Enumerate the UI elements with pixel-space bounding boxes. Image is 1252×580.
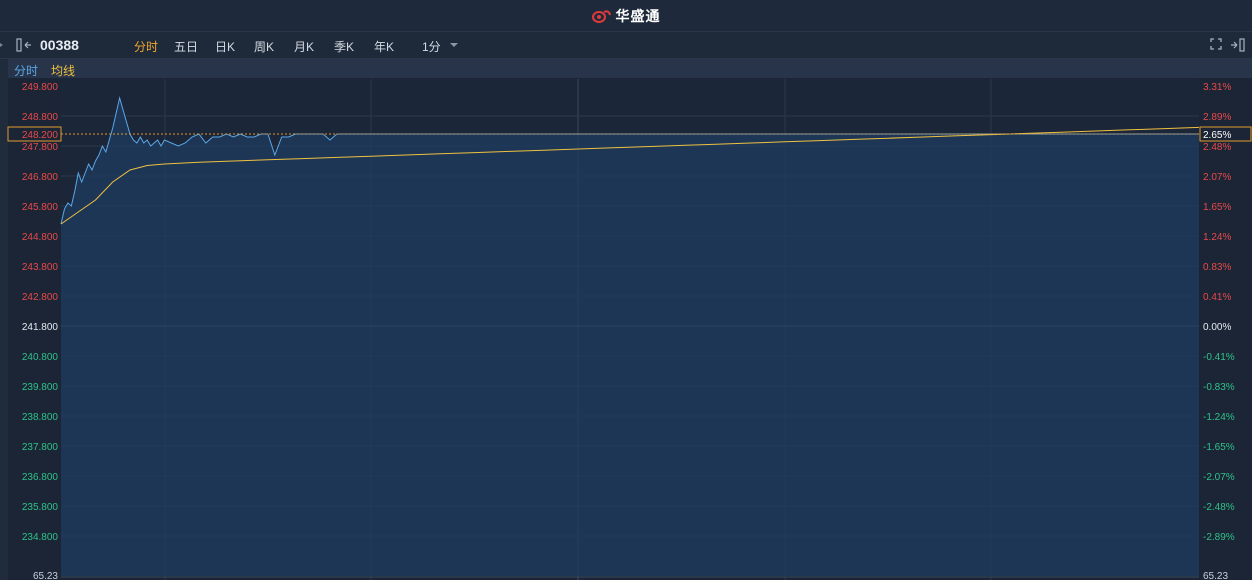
y-tick-label-right: -0.83%	[1203, 382, 1235, 393]
volume-max-label-left: 65.23	[33, 571, 58, 580]
y-tick-label-left: 238.800	[22, 412, 59, 423]
y-tick-label-left: 246.800	[22, 172, 59, 183]
current-price-label: 248.200	[22, 130, 59, 141]
y-tick-label-right: -0.41%	[1203, 352, 1235, 363]
y-tick-label-left: 243.800	[22, 262, 59, 273]
y-tick-label-right: -1.24%	[1203, 412, 1235, 423]
y-tick-label-right: 3.31%	[1203, 82, 1231, 93]
y-tick-label-right: -1.65%	[1203, 442, 1235, 453]
y-tick-label-left: 248.800	[22, 112, 59, 123]
y-tick-label-right: 2.89%	[1203, 112, 1231, 123]
y-tick-label-right: 2.48%	[1203, 142, 1231, 153]
price-area-fill	[61, 98, 1199, 576]
y-tick-label-left: 237.800	[22, 442, 59, 453]
y-tick-label-right: -2.89%	[1203, 532, 1235, 543]
current-pct-label: 2.65%	[1203, 130, 1231, 141]
intraday-chart: 249.800 3.31% 248.800 2.89% 247.800 2.48% 246.…	[7, 79, 1252, 580]
y-tick-label-left: 234.800	[22, 532, 59, 543]
y-tick-label-left: 236.800	[22, 472, 59, 483]
y-tick-label-left: 239.800	[22, 382, 59, 393]
y-tick-label-left: 245.800	[22, 202, 59, 213]
y-tick-label-left: 242.800	[22, 292, 59, 303]
y-tick-label-left: 240.800	[22, 352, 59, 363]
volume-max-label-right: 65.23	[1203, 571, 1228, 580]
y-tick-label-right: -2.07%	[1203, 472, 1235, 483]
y-tick-label-right: -2.48%	[1203, 502, 1235, 513]
y-tick-label-right: 2.07%	[1203, 172, 1231, 183]
y-tick-label-left: 241.800	[22, 322, 59, 333]
y-tick-label-left: 247.800	[22, 142, 59, 153]
y-tick-label-right: 0.41%	[1203, 292, 1231, 303]
y-tick-label-right: 0.83%	[1203, 262, 1231, 273]
y-tick-label-right: 1.24%	[1203, 232, 1231, 243]
y-tick-label-right: 1.65%	[1203, 202, 1231, 213]
y-tick-label-left: 244.800	[22, 232, 59, 243]
y-tick-label-left: 249.800	[22, 82, 59, 93]
y-tick-label-right: 0.00%	[1203, 322, 1231, 333]
y-tick-label-left: 235.800	[22, 502, 59, 513]
